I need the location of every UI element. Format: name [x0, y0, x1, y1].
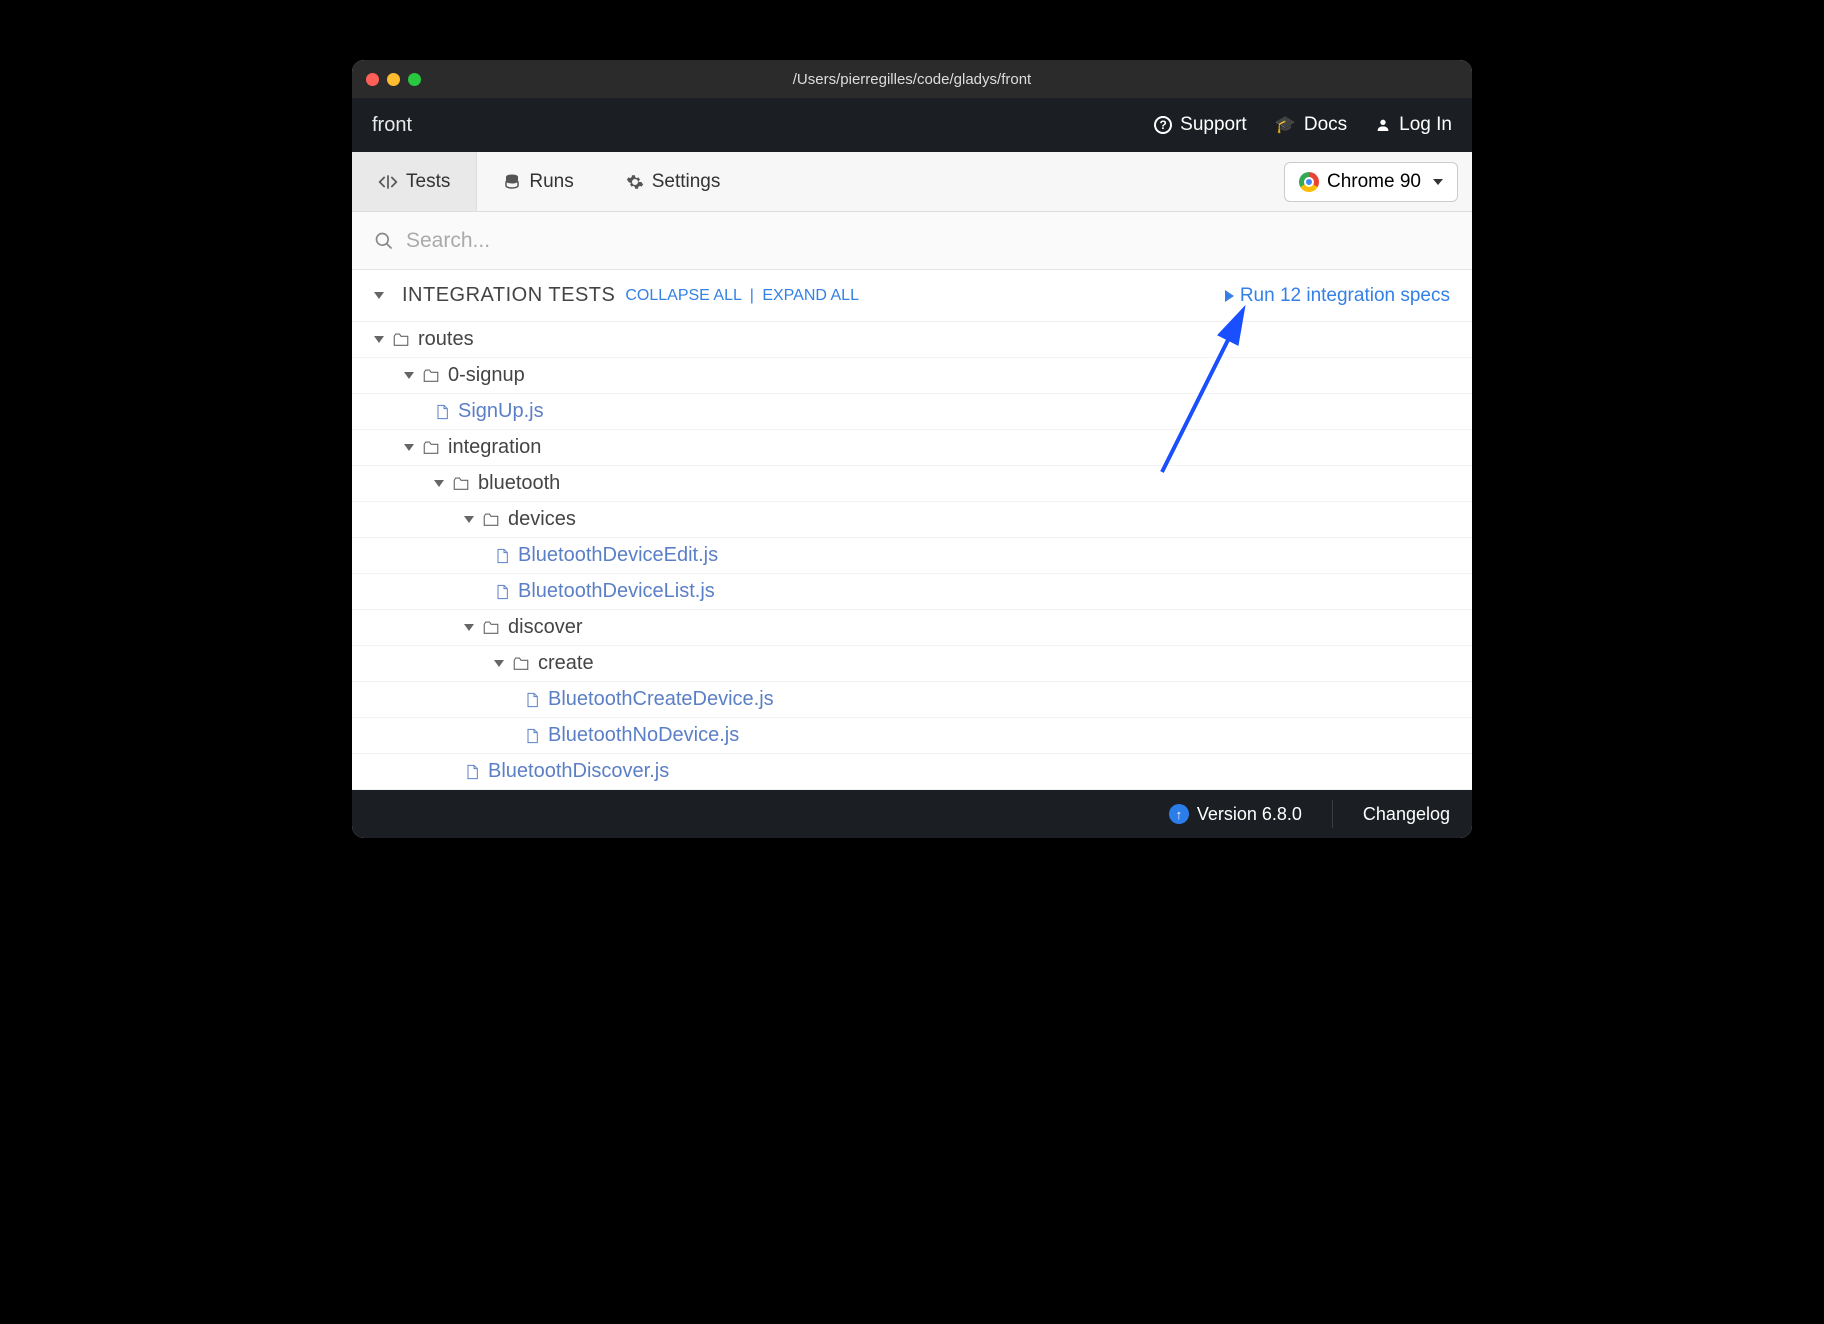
chevron-down-icon — [464, 624, 474, 631]
collapse-all-link[interactable]: COLLAPSE ALL — [625, 287, 741, 304]
folder-label: devices — [508, 508, 576, 531]
gear-icon — [626, 173, 644, 191]
file-label: BluetoothNoDevice.js — [548, 724, 739, 747]
folder-discover[interactable]: discover — [352, 610, 1472, 646]
folder-label: integration — [448, 436, 541, 459]
chevron-down-icon — [464, 516, 474, 523]
chevron-down-icon — [374, 336, 384, 343]
top-nav: front ? Support Docs Log In — [352, 98, 1472, 152]
run-all-button[interactable]: Run 12 integration specs — [1225, 285, 1450, 307]
login-label: Log In — [1399, 114, 1452, 136]
folder-integration[interactable]: integration — [352, 430, 1472, 466]
folder-label: discover — [508, 616, 582, 639]
chrome-icon — [1299, 172, 1319, 192]
folder-signup[interactable]: 0-signup — [352, 358, 1472, 394]
file-label: BluetoothCreateDevice.js — [548, 688, 774, 711]
run-all-label: Run 12 integration specs — [1240, 285, 1450, 307]
file-icon — [434, 404, 450, 420]
folder-devices[interactable]: devices — [352, 502, 1472, 538]
file-icon — [464, 764, 480, 780]
graduation-cap-icon — [1275, 114, 1296, 136]
folder-bluetooth[interactable]: bluetooth — [352, 466, 1472, 502]
chevron-down-icon — [1433, 179, 1443, 185]
expand-all-link[interactable]: EXPAND ALL — [762, 287, 859, 304]
window-controls — [366, 73, 421, 86]
file-bt-create[interactable]: BluetoothCreateDevice.js — [352, 682, 1472, 718]
minimize-window-button[interactable] — [387, 73, 400, 86]
file-bt-nodev[interactable]: BluetoothNoDevice.js — [352, 718, 1472, 754]
status-bar: ↑ Version 6.8.0 Changelog — [352, 790, 1472, 838]
file-bt-discover[interactable]: BluetoothDiscover.js — [352, 754, 1472, 790]
maximize-window-button[interactable] — [408, 73, 421, 86]
file-signup[interactable]: SignUp.js — [352, 394, 1472, 430]
folder-label: create — [538, 652, 594, 675]
login-link[interactable]: Log In — [1375, 114, 1452, 136]
close-window-button[interactable] — [366, 73, 379, 86]
folder-icon — [422, 367, 440, 385]
tab-runs[interactable]: Runs — [477, 152, 599, 211]
version-info[interactable]: ↑ Version 6.8.0 — [1169, 804, 1302, 825]
tab-tests-label: Tests — [406, 171, 450, 193]
folder-routes[interactable]: routes — [352, 322, 1472, 358]
support-link[interactable]: ? Support — [1154, 114, 1247, 136]
tab-tests[interactable]: Tests — [352, 152, 477, 211]
file-label: SignUp.js — [458, 400, 544, 423]
folder-icon — [512, 655, 530, 673]
divider — [1332, 800, 1333, 828]
tab-bar: Tests Runs Settings Chrome 90 — [352, 152, 1472, 212]
window-title: /Users/pierregilles/code/gladys/front — [352, 71, 1472, 88]
database-icon — [503, 173, 521, 191]
folder-icon — [422, 439, 440, 457]
file-label: BluetoothDeviceList.js — [518, 580, 715, 603]
folder-create[interactable]: create — [352, 646, 1472, 682]
tab-settings[interactable]: Settings — [600, 152, 747, 211]
chevron-down-icon — [404, 444, 414, 451]
folder-icon — [482, 511, 500, 529]
search-icon — [374, 231, 394, 251]
docs-link[interactable]: Docs — [1275, 114, 1347, 136]
search-input[interactable] — [406, 229, 1450, 253]
docs-label: Docs — [1304, 114, 1347, 136]
search-bar — [352, 212, 1472, 270]
update-icon: ↑ — [1169, 804, 1189, 824]
tab-runs-label: Runs — [529, 171, 573, 193]
code-icon — [378, 172, 398, 192]
folder-icon — [392, 331, 410, 349]
chevron-down-icon — [494, 660, 504, 667]
changelog-link[interactable]: Changelog — [1363, 804, 1450, 825]
folder-icon — [452, 475, 470, 493]
titlebar: /Users/pierregilles/code/gladys/front — [352, 60, 1472, 98]
file-label: BluetoothDeviceEdit.js — [518, 544, 718, 567]
file-icon — [494, 584, 510, 600]
file-label: BluetoothDiscover.js — [488, 760, 669, 783]
file-bt-edit[interactable]: BluetoothDeviceEdit.js — [352, 538, 1472, 574]
user-icon — [1375, 117, 1391, 133]
project-name: front — [372, 114, 1154, 137]
section-title: INTEGRATION TESTS — [402, 284, 615, 307]
tab-settings-label: Settings — [652, 171, 721, 193]
file-icon — [524, 692, 540, 708]
support-label: Support — [1180, 114, 1247, 136]
play-icon — [1225, 290, 1234, 302]
file-tree: routes 0-signup SignUp.js integration bl… — [352, 322, 1472, 790]
folder-label: 0-signup — [448, 364, 525, 387]
chevron-down-icon — [404, 372, 414, 379]
browser-label: Chrome 90 — [1327, 171, 1421, 193]
file-bt-list[interactable]: BluetoothDeviceList.js — [352, 574, 1472, 610]
file-icon — [524, 728, 540, 744]
version-label: Version 6.8.0 — [1197, 804, 1302, 825]
folder-label: routes — [418, 328, 474, 351]
browser-select[interactable]: Chrome 90 — [1284, 162, 1458, 202]
file-icon — [494, 548, 510, 564]
app-window: /Users/pierregilles/code/gladys/front fr… — [352, 60, 1472, 838]
section-header: INTEGRATION TESTS COLLAPSE ALL | EXPAND … — [352, 270, 1472, 322]
chevron-down-icon — [434, 480, 444, 487]
help-icon: ? — [1154, 116, 1172, 134]
folder-label: bluetooth — [478, 472, 560, 495]
folder-icon — [482, 619, 500, 637]
section-collapse-icon[interactable] — [374, 292, 384, 299]
